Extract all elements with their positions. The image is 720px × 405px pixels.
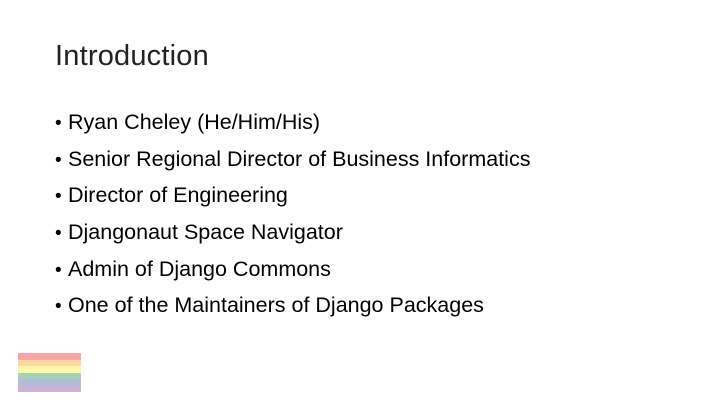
flag-stripe [18,385,81,392]
bullet-item: • Admin of Django Commons [55,257,530,294]
bullet-dot-icon: • [55,186,62,208]
slide: Introduction • Ryan Cheley (He/Him/His) … [0,0,720,405]
bullet-text-role: One of the Maintainers of Django Package… [68,293,484,318]
bullet-item: • Djangonaut Space Navigator [55,220,530,257]
bullet-item: • Senior Regional Director of Business I… [55,147,530,184]
bullet-item: • One of the Maintainers of Django Packa… [55,293,530,330]
bullet-dot-icon: • [55,223,62,245]
bullet-text-name: Ryan Cheley (He/Him/His) [68,110,321,134]
bullet-list: • Ryan Cheley (He/Him/His) • Senior Regi… [55,110,530,330]
bullet-dot-icon: • [55,113,62,134]
rainbow-flag-icon [18,353,81,392]
bullet-item: • Director of Engineering [55,183,530,220]
bullet-text-role: Djangonaut Space Navigator [68,220,343,245]
bullet-item: • Ryan Cheley (He/Him/His) [55,110,530,147]
bullet-dot-icon: • [55,259,62,281]
bullet-text-role: Senior Regional Director of Business Inf… [68,146,531,171]
slide-title: Introduction [55,40,209,72]
bullet-dot-icon: • [55,149,62,171]
bullet-dot-icon: • [55,296,62,318]
bullet-text-role: Director of Engineering [68,183,288,208]
bullet-text-role: Admin of Django Commons [68,256,331,281]
